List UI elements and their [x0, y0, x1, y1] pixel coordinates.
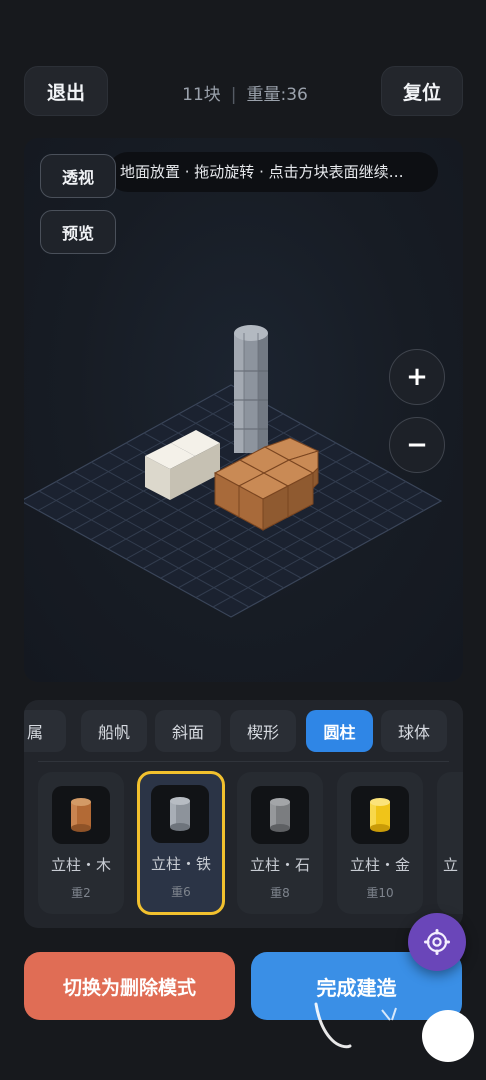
item-weight: 重2	[71, 886, 91, 900]
tab-wedge[interactable]: 楔形	[230, 710, 296, 752]
stone-pillar-thumbnail	[251, 786, 309, 844]
zoom-in-button[interactable]: +	[389, 349, 445, 405]
tab-metal[interactable]: 属	[24, 710, 66, 752]
palette-item-stone-pillar[interactable]: 立柱・石 重8	[237, 772, 323, 914]
gold-pillar-thumbnail	[351, 786, 409, 844]
iron-pillar-thumbnail	[151, 785, 209, 843]
preview-button[interactable]: 预览	[40, 210, 116, 254]
total-weight: 重量:36	[246, 85, 308, 105]
tab-slope[interactable]: 斜面	[155, 710, 221, 752]
perspective-button[interactable]: 透视	[40, 154, 116, 198]
palette-item-iron-pillar[interactable]: 立柱・铁 重6	[137, 771, 225, 915]
palette-item-partial[interactable]: 立	[437, 772, 463, 914]
hand-pointer-icon	[314, 1002, 474, 1062]
block-palette: 属 船帆 斜面 楔形 圆柱 球体 立柱・木 重2 立柱・铁 重6 立柱・石 重8…	[24, 700, 463, 928]
item-name: 立柱・铁	[150, 855, 211, 873]
iron-pillar[interactable]	[234, 325, 268, 453]
exit-button[interactable]: 退出	[24, 66, 108, 116]
item-name: 立	[443, 856, 459, 874]
tab-sail[interactable]: 船帆	[81, 710, 147, 752]
palette-item-wood-pillar[interactable]: 立柱・木 重2	[38, 772, 124, 914]
build-viewport[interactable]: 地面放置 · 拖动旋转 · 点击方块表面继续… 透视 预览 + −	[24, 138, 463, 682]
zoom-out-button[interactable]: −	[389, 417, 445, 473]
delete-mode-button[interactable]: 切换为删除模式	[24, 952, 235, 1020]
wood-pillar-thumbnail	[52, 786, 110, 844]
settings-fab[interactable]	[408, 913, 466, 971]
gear-icon	[424, 929, 450, 955]
item-weight: 重10	[366, 886, 394, 900]
block-count: 11块	[182, 85, 221, 105]
item-weight: 重8	[270, 886, 290, 900]
category-tabs: 属 船帆 斜面 楔形 圆柱 球体	[24, 710, 463, 754]
item-name: 立柱・石	[249, 856, 310, 874]
item-name: 立柱・木	[50, 856, 111, 874]
tab-cylinder[interactable]: 圆柱	[306, 710, 373, 752]
stats-bar: 11块 | 重量:36	[150, 80, 340, 105]
tab-sphere[interactable]: 球体	[381, 710, 447, 752]
item-weight: 重6	[171, 885, 191, 899]
stats-separator: |	[230, 85, 237, 105]
reset-button[interactable]: 复位	[381, 66, 463, 116]
hint-banner: 地面放置 · 拖动旋转 · 点击方块表面继续…	[108, 152, 438, 192]
item-name: 立柱・金	[349, 856, 410, 874]
palette-item-gold-pillar[interactable]: 立柱・金 重10	[337, 772, 423, 914]
tab-divider	[38, 761, 449, 762]
